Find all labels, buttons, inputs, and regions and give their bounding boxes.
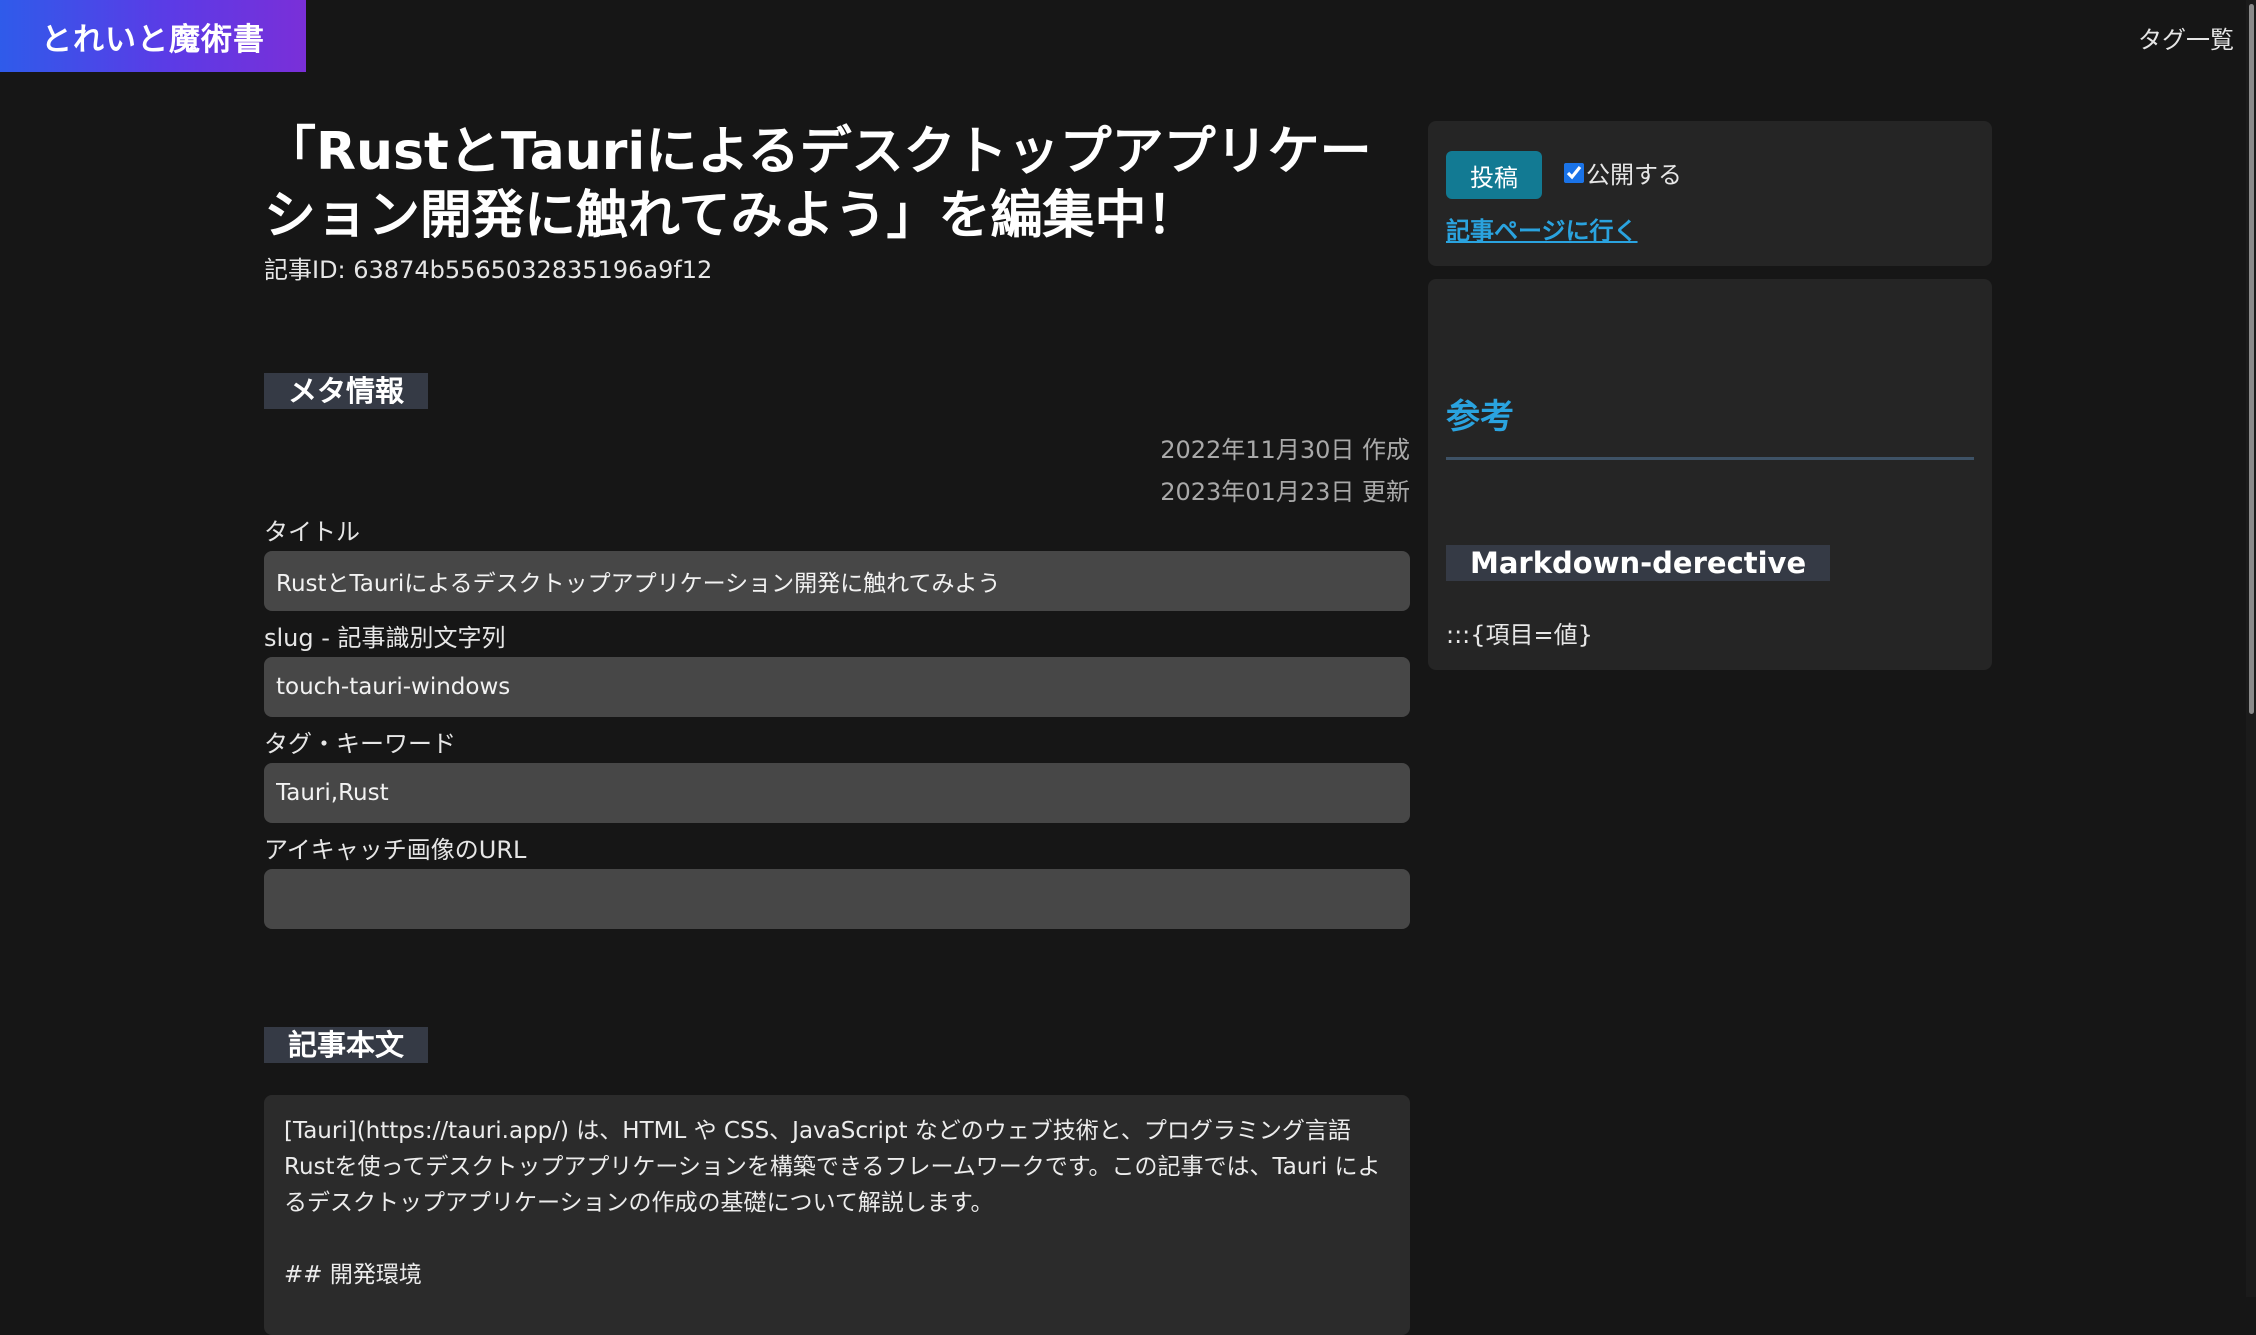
- page-title: 「RustとTauriによるデスクトップアプリケーション開発に触れてみよう」を編…: [264, 122, 1372, 246]
- slug-input[interactable]: [264, 657, 1410, 717]
- page-scrollbar[interactable]: [2246, 0, 2256, 1297]
- title-input[interactable]: [264, 551, 1410, 611]
- editor-sidebar: 投稿 公開する 記事ページに行く 参考 Markdown-derective :…: [1428, 121, 1992, 670]
- eyecatch-label: アイキャッチ画像のURL: [264, 836, 527, 864]
- created-date: 2022年11月30日 作成: [1160, 436, 1410, 464]
- body-section-heading: 記事本文: [264, 1027, 429, 1063]
- tags-field-group: タグ・キーワード: [264, 729, 1410, 823]
- publish-label: 公開する: [1586, 161, 1682, 189]
- reference-code-example: :::{項目=値}: [1446, 621, 1593, 649]
- reference-divider: [1446, 457, 1974, 460]
- meta-section-heading: メタ情報: [264, 373, 429, 409]
- editor-main: 「RustとTauriによるデスクトップアプリケーション開発に触れてみよう」を編…: [264, 120, 1410, 1335]
- article-body-editor[interactable]: [Tauri](https://tauri.app/) は、HTML や CSS…: [264, 1095, 1410, 1335]
- tag-list-link[interactable]: タグ一覧: [2138, 20, 2234, 55]
- article-page-link[interactable]: 記事ページに行く: [1446, 211, 1638, 246]
- publish-card: 投稿 公開する 記事ページに行く: [1428, 121, 1992, 266]
- reference-subheading: Markdown-derective: [1446, 545, 1831, 581]
- publish-checkbox[interactable]: [1564, 162, 1584, 183]
- eyecatch-url-input[interactable]: [264, 869, 1410, 929]
- tags-label: タグ・キーワード: [264, 730, 456, 758]
- slug-field-group: slug - 記事識別文字列: [264, 623, 1410, 717]
- updated-date: 2023年01月23日 更新: [1160, 478, 1410, 506]
- scrollbar-thumb[interactable]: [2249, 4, 2254, 714]
- tags-input[interactable]: [264, 763, 1410, 823]
- post-button[interactable]: 投稿: [1446, 151, 1542, 199]
- title-label: タイトル: [264, 518, 360, 546]
- eyecatch-field-group: アイキャッチ画像のURL: [264, 835, 1410, 929]
- article-dates: 2022年11月30日 作成 2023年01月23日 更新: [264, 429, 1410, 513]
- site-logo[interactable]: とれいと魔術書: [0, 0, 306, 72]
- article-id: 記事ID: 63874b5565032835196a9f12: [264, 256, 713, 284]
- top-navigation-bar: とれいと魔術書 タグ一覧: [0, 0, 2256, 72]
- publish-toggle[interactable]: 公開する: [1564, 155, 1682, 190]
- slug-label: slug - 記事識別文字列: [264, 624, 506, 652]
- reference-title: 参考: [1446, 397, 1514, 437]
- reference-card: 参考 Markdown-derective :::{項目=値}: [1428, 279, 1992, 670]
- title-field-group: タイトル: [264, 517, 1410, 611]
